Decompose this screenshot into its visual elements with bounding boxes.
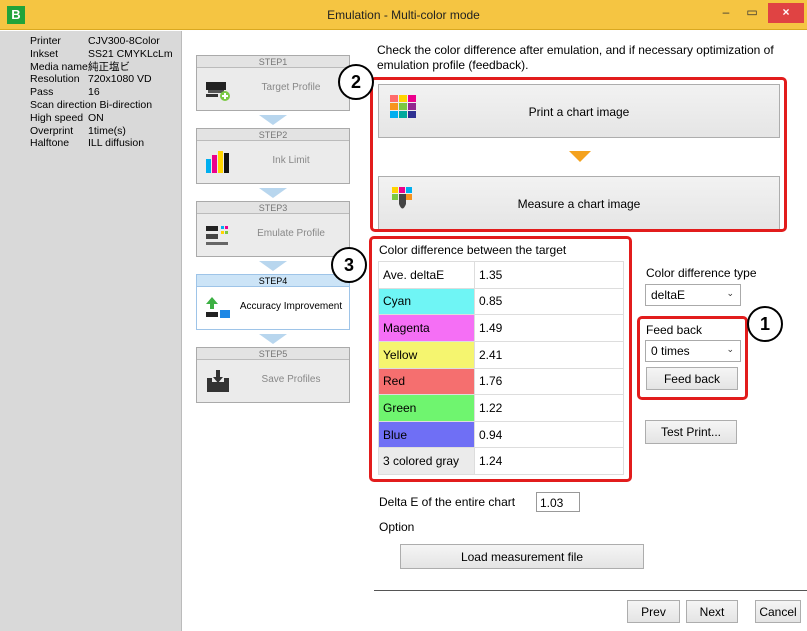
info-value: SS21 CMYKLcLm bbox=[88, 47, 173, 60]
step-arrow-icon bbox=[259, 334, 287, 344]
info-row-printer: Printer CJV300-8Color bbox=[30, 35, 181, 48]
ink-bars-icon bbox=[206, 151, 229, 173]
info-key: High speed bbox=[30, 111, 84, 124]
step-2[interactable]: STEP2 Ink Limit bbox=[196, 128, 350, 184]
callout-2: 2 bbox=[338, 64, 374, 100]
divider bbox=[374, 590, 807, 591]
diff-type-value: deltaE bbox=[651, 288, 686, 302]
info-row-resolution: Resolution 720x1080 VD bbox=[30, 73, 181, 86]
close-button[interactable]: × bbox=[768, 3, 804, 23]
info-key: Halftone bbox=[30, 137, 70, 150]
chart-buttons-highlight bbox=[370, 77, 787, 232]
step-header: STEP3 bbox=[197, 202, 349, 214]
info-value: ILL diffusion bbox=[88, 137, 145, 150]
step-header: STEP1 bbox=[197, 56, 349, 68]
diff-type-label: Color difference type bbox=[646, 266, 757, 280]
step-label: Ink Limit bbox=[272, 155, 310, 166]
chevron-down-icon: ⌄ bbox=[726, 288, 734, 298]
prev-button[interactable]: Prev bbox=[627, 600, 680, 623]
info-value: CJV300-8Color bbox=[88, 35, 160, 47]
info-value: 16 bbox=[88, 86, 100, 99]
diff-type-select[interactable]: deltaE ⌄ bbox=[645, 284, 741, 306]
info-key: Media name bbox=[30, 60, 88, 73]
info-row-scan-direction: Scan direction Bi-direction bbox=[30, 99, 181, 112]
load-measurement-button[interactable]: Load measurement file bbox=[400, 544, 644, 569]
info-key: Pass bbox=[30, 86, 54, 99]
window-title: Emulation - Multi-color mode bbox=[327, 8, 480, 22]
step-3[interactable]: STEP3 Emulate Profile bbox=[196, 201, 350, 257]
step-label: Emulate Profile bbox=[257, 228, 325, 239]
emulate-icon bbox=[206, 226, 228, 245]
steps-panel: STEP1 Target Profile STEP2 Ink Limit STE… bbox=[182, 31, 362, 631]
delta-entire-field: 1.03 bbox=[536, 492, 580, 512]
cancel-button[interactable]: Cancel bbox=[755, 600, 801, 623]
maximize-button[interactable]: ▭ bbox=[740, 3, 764, 23]
step-header: STEP4 bbox=[197, 275, 349, 287]
callout-1: 1 bbox=[747, 306, 783, 342]
title-bar: B Emulation - Multi-color mode – ▭ × bbox=[0, 0, 807, 30]
info-key: Scan direction bbox=[30, 98, 97, 111]
info-key: Printer bbox=[30, 35, 61, 47]
callout-3: 3 bbox=[331, 247, 367, 283]
printer-info-panel: Printer CJV300-8Color Inkset SS21 CMYKLcLm… bbox=[0, 31, 182, 631]
step-1[interactable]: STEP1 Target Profile bbox=[196, 55, 350, 111]
diff-table-highlight bbox=[369, 236, 632, 482]
test-print-button[interactable]: Test Print... bbox=[645, 420, 737, 444]
info-row-halftone: Halftone ILL diffusion bbox=[30, 137, 181, 150]
step-header: STEP2 bbox=[197, 129, 349, 141]
info-row-media: Media name 純正塩ビ bbox=[30, 61, 181, 74]
upload-icon bbox=[206, 297, 230, 318]
step-arrow-icon bbox=[259, 261, 287, 271]
info-row-overprint: Overprint 1time(s) bbox=[30, 125, 181, 138]
info-row-high-speed: High speed ON bbox=[30, 112, 181, 125]
info-key: Inkset bbox=[30, 47, 59, 60]
step-label: Target Profile bbox=[261, 82, 321, 93]
info-row-pass: Pass 16 bbox=[30, 86, 181, 99]
option-label: Option bbox=[379, 520, 415, 534]
save-tray-icon bbox=[207, 370, 229, 392]
info-value: ON bbox=[88, 111, 104, 124]
step-label: Accuracy Improvement bbox=[239, 301, 343, 312]
feedback-highlight bbox=[637, 316, 748, 400]
step-4[interactable]: STEP4 Accuracy Improvement bbox=[196, 274, 350, 330]
step-arrow-icon bbox=[259, 115, 287, 125]
info-key: Resolution bbox=[30, 73, 80, 86]
instruction-text: Check the color difference after emulati… bbox=[377, 43, 774, 72]
info-value: 720x1080 VD bbox=[88, 73, 152, 86]
step-5[interactable]: STEP5 Save Profiles bbox=[196, 347, 350, 403]
printer-icon bbox=[206, 82, 230, 101]
minimize-button[interactable]: – bbox=[714, 3, 738, 23]
info-value: 純正塩ビ bbox=[88, 60, 130, 73]
next-button[interactable]: Next bbox=[686, 600, 738, 623]
step-arrow-icon bbox=[259, 188, 287, 198]
info-value: 1time(s) bbox=[88, 124, 126, 137]
step-header: STEP5 bbox=[197, 348, 349, 360]
info-row-inkset: Inkset SS21 CMYKLcLm bbox=[30, 48, 181, 61]
info-value: Bi-direction bbox=[99, 98, 153, 111]
step-label: Save Profiles bbox=[261, 374, 321, 385]
info-key: Overprint bbox=[30, 124, 74, 137]
delta-entire-label: Delta E of the entire chart bbox=[379, 495, 516, 509]
